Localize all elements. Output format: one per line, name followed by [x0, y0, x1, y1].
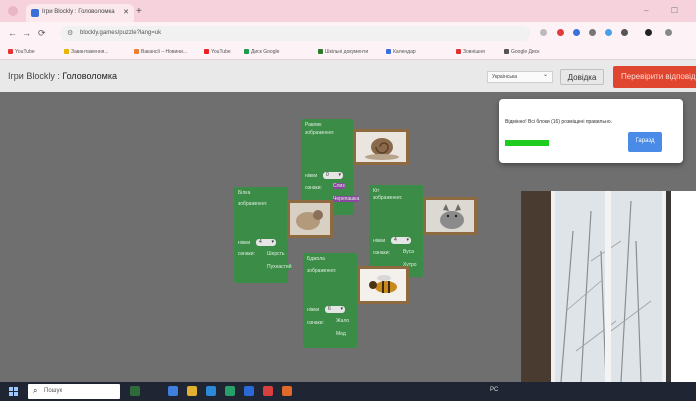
edge-icon[interactable]: [225, 386, 235, 396]
block-legs-label: ніжки: [238, 240, 251, 246]
bookmark-item[interactable]: Диск Google: [244, 49, 279, 55]
dialog-message: Відмінно! Всі блоки (16) розміщені прави…: [505, 119, 612, 125]
legs-dropdown[interactable]: 6: [325, 306, 345, 313]
window-scene: [521, 191, 696, 382]
trait-chip[interactable]: Вуса: [403, 249, 415, 255]
block-picture-label: зображення:: [373, 195, 403, 201]
block-legs-label: ніжки: [307, 307, 320, 313]
site-info-icon[interactable]: ⚙: [67, 29, 73, 37]
picture-socket: [423, 197, 477, 235]
success-dialog: Відмінно! Всі блоки (16) розміщені прави…: [499, 99, 683, 163]
video-overlay: [521, 191, 696, 382]
trait-chip[interactable]: Пухнастий: [267, 264, 292, 270]
window-controls[interactable]: – ☐: [644, 6, 688, 15]
block-traits-label: ознаки:: [305, 185, 322, 191]
page-header: Ігри Blockly : Головоломка Українська До…: [0, 60, 696, 92]
store-icon[interactable]: [206, 386, 216, 396]
extension-icon[interactable]: [621, 29, 628, 36]
bookmark-item[interactable]: Зовнішня: [456, 49, 485, 55]
block-picture-label: зображення:: [238, 201, 268, 207]
bookmark-item[interactable]: YouTube: [204, 49, 231, 55]
browser-menu-icon[interactable]: [8, 6, 18, 16]
block-name: Равлик: [305, 122, 322, 128]
block-legs-label: ніжки: [305, 173, 318, 179]
weather-icon[interactable]: [130, 386, 140, 396]
block-traits-label: ознаки:: [307, 320, 324, 326]
url-text: blockly.games/puzzle?lang=uk: [80, 30, 162, 36]
bookmark-item[interactable]: Вакансії – Новини...: [134, 49, 187, 55]
legs-dropdown[interactable]: 4: [256, 239, 276, 246]
bookmark-item[interactable]: Шкільні документи: [318, 49, 368, 55]
new-tab-icon[interactable]: +: [136, 6, 142, 17]
block-picture-label: зображення:: [305, 130, 335, 136]
check-answer-button[interactable]: Перевірити відповідь: [613, 66, 696, 88]
tray-text: PC: [490, 387, 499, 393]
bookmark-item[interactable]: Календар: [386, 49, 416, 55]
bee-picture[interactable]: [357, 266, 409, 304]
page-title: Ігри Blockly : Головоломка: [8, 71, 117, 81]
extension-icon[interactable]: [573, 29, 580, 36]
help-button[interactable]: Довідка: [560, 69, 604, 85]
windows-taskbar: Пошук PC: [0, 382, 696, 401]
task-view-icon[interactable]: [168, 386, 178, 396]
trait-chip[interactable]: Слиз: [333, 183, 345, 189]
extension-icon[interactable]: [605, 29, 612, 36]
chrome-icon[interactable]: [282, 386, 292, 396]
legs-dropdown[interactable]: 4: [391, 237, 411, 244]
cat-picture[interactable]: [423, 197, 477, 235]
progress-fill: [505, 140, 549, 146]
animal-icon: [296, 210, 323, 230]
trait-chip[interactable]: Шерсть: [267, 251, 285, 257]
snail-picture[interactable]: [353, 129, 409, 165]
snail-icon: [365, 138, 399, 160]
block-name: Бджола: [307, 256, 325, 262]
picture-socket: [287, 200, 333, 238]
taskbar-search-input[interactable]: Пошук: [28, 384, 120, 399]
trait-chip[interactable]: Мед: [336, 331, 346, 337]
url-field[interactable]: ⚙ blockly.games/puzzle?lang=uk: [60, 26, 530, 41]
extension-icon[interactable]: [557, 29, 564, 36]
page-title-game: Головоломка: [62, 71, 117, 81]
close-tab-icon[interactable]: ✕: [123, 8, 129, 16]
back-icon[interactable]: ←: [8, 28, 17, 38]
picture-socket: [353, 129, 409, 165]
animal-block-bee[interactable]: Бджола зображення: ніжки 6 ознаки:: [303, 253, 357, 348]
profile-icon[interactable]: [645, 29, 652, 36]
bookmark-item[interactable]: Завантаження...: [64, 49, 108, 55]
app-icon[interactable]: [263, 386, 273, 396]
star-icon[interactable]: [540, 29, 547, 36]
block-picture-label: зображення:: [307, 268, 337, 274]
windows-start-icon[interactable]: [9, 387, 18, 396]
browser-tab-bar: Ігри Blockly : Головоломка ✕ + – ☐: [0, 0, 696, 22]
favicon-icon: [31, 9, 39, 17]
browser-tab[interactable]: Ігри Blockly : Головоломка ✕: [26, 4, 134, 22]
file-explorer-icon[interactable]: [187, 386, 197, 396]
bookmark-item[interactable]: YouTube: [8, 49, 35, 55]
progress-bar: [505, 140, 549, 146]
address-bar-row: ← → ⟳ ⚙ blockly.games/puzzle?lang=uk: [0, 22, 696, 44]
bee-icon: [369, 275, 397, 293]
bookmarks-bar: YouTube Завантаження... Вакансії – Новин…: [0, 44, 696, 60]
block-name: Кіт: [373, 188, 380, 194]
tab-title: Ігри Blockly : Головоломка: [42, 9, 115, 15]
legs-dropdown[interactable]: 0: [323, 172, 343, 179]
extension-icon[interactable]: [589, 29, 596, 36]
mail-icon[interactable]: [244, 386, 254, 396]
block-traits-label: ознаки:: [373, 250, 390, 256]
menu-icon[interactable]: [665, 29, 672, 36]
page-title-prefix[interactable]: Ігри Blockly: [8, 71, 55, 81]
block-name: Білка: [238, 190, 251, 196]
cat-icon: [440, 204, 464, 229]
picture-socket: [357, 266, 409, 304]
block-legs-label: ніжки: [373, 238, 386, 244]
language-select[interactable]: Українська: [487, 71, 553, 83]
ok-button[interactable]: Гаразд: [628, 132, 662, 152]
block-traits-label: ознаки:: [238, 251, 255, 257]
reload-icon[interactable]: ⟳: [38, 28, 46, 39]
bookmark-item[interactable]: Google Диск: [504, 49, 539, 55]
trait-chip[interactable]: Жало: [336, 318, 350, 324]
forward-icon[interactable]: →: [22, 28, 31, 38]
dog-picture[interactable]: [287, 200, 333, 238]
trait-chip[interactable]: Черепашка: [333, 196, 360, 202]
